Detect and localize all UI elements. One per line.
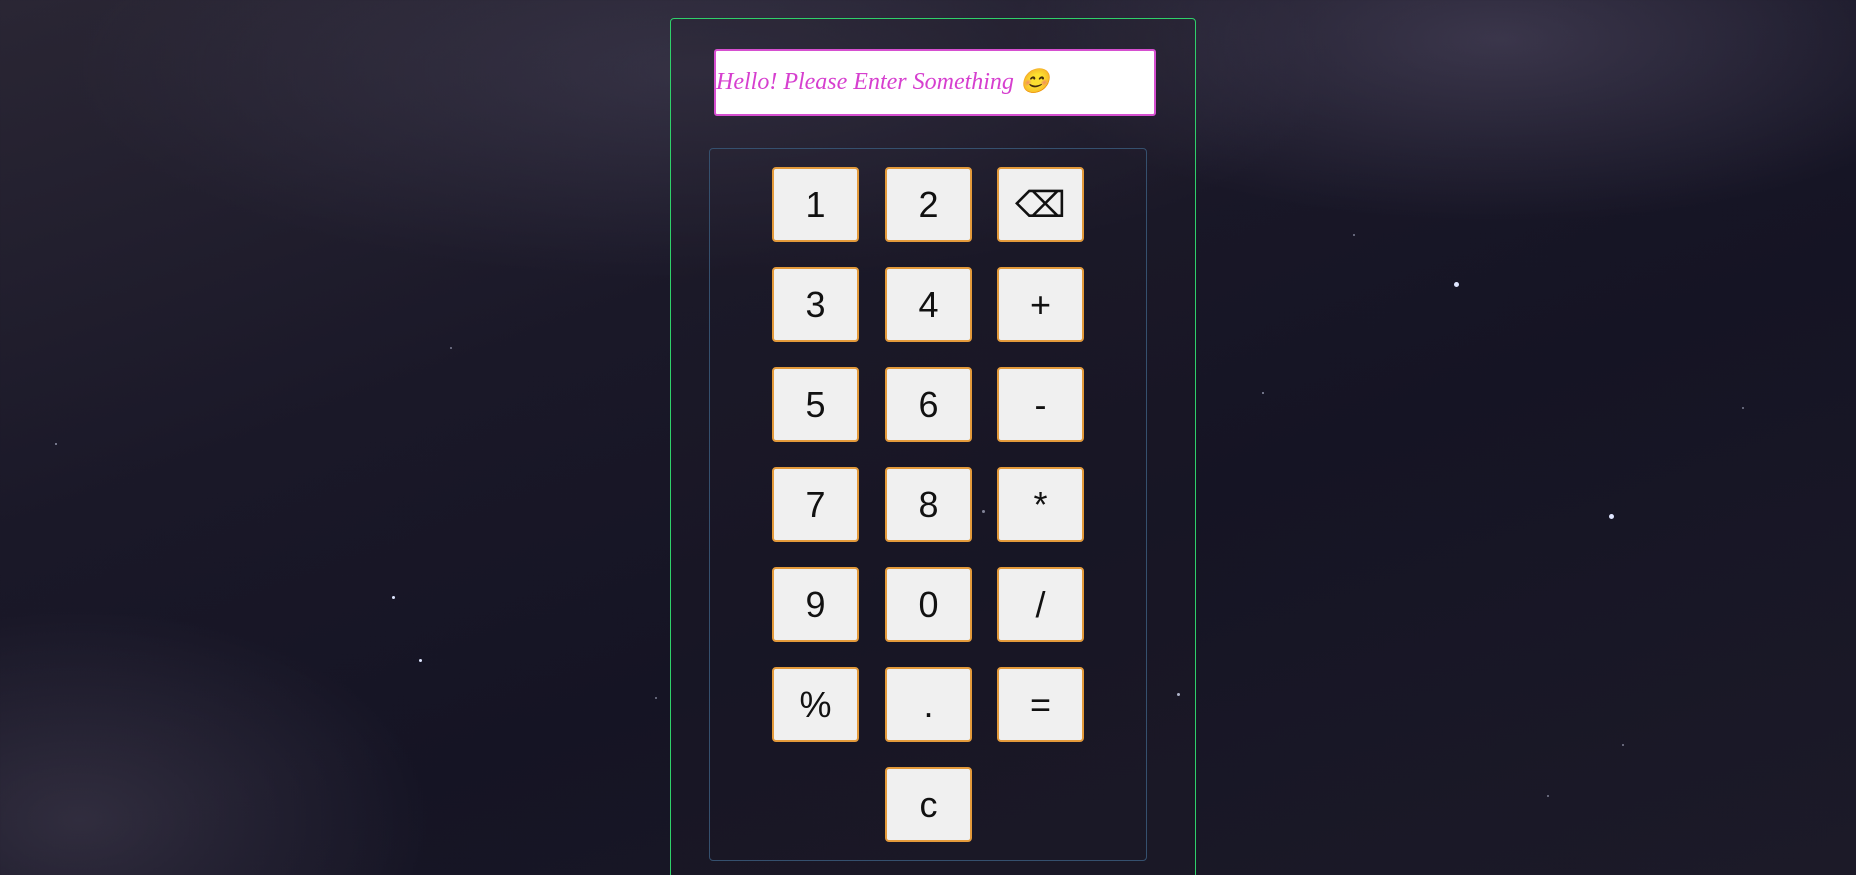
background-star [1622, 744, 1624, 746]
background-star [655, 697, 657, 699]
equals-button[interactable]: = [997, 667, 1084, 742]
clear-button[interactable]: c [885, 767, 972, 842]
background-star [450, 347, 452, 349]
background-star [392, 596, 395, 599]
key-5-button[interactable]: 5 [772, 367, 859, 442]
multiply-button[interactable]: * [997, 467, 1084, 542]
key-4-button[interactable]: 4 [885, 267, 972, 342]
key-8-button[interactable]: 8 [885, 467, 972, 542]
minus-button[interactable]: - [997, 367, 1084, 442]
background-star [419, 659, 422, 662]
background-star [1353, 234, 1355, 236]
key-7-button[interactable]: 7 [772, 467, 859, 542]
key-6-button[interactable]: 6 [885, 367, 972, 442]
calculator-display-input[interactable] [714, 49, 1156, 116]
background-star [1454, 282, 1459, 287]
background-star [1609, 514, 1614, 519]
background-star [1262, 392, 1264, 394]
decimal-button[interactable]: . [885, 667, 972, 742]
key-9-button[interactable]: 9 [772, 567, 859, 642]
key-2-button[interactable]: 2 [885, 167, 972, 242]
background-star [1742, 407, 1744, 409]
background-star [55, 443, 57, 445]
plus-button[interactable]: + [997, 267, 1084, 342]
percent-button[interactable]: % [772, 667, 859, 742]
divide-button[interactable]: / [997, 567, 1084, 642]
key-0-button[interactable]: 0 [885, 567, 972, 642]
backspace-button[interactable]: ⌫ [997, 167, 1084, 242]
key-1-button[interactable]: 1 [772, 167, 859, 242]
key-3-button[interactable]: 3 [772, 267, 859, 342]
background-star [1547, 795, 1549, 797]
